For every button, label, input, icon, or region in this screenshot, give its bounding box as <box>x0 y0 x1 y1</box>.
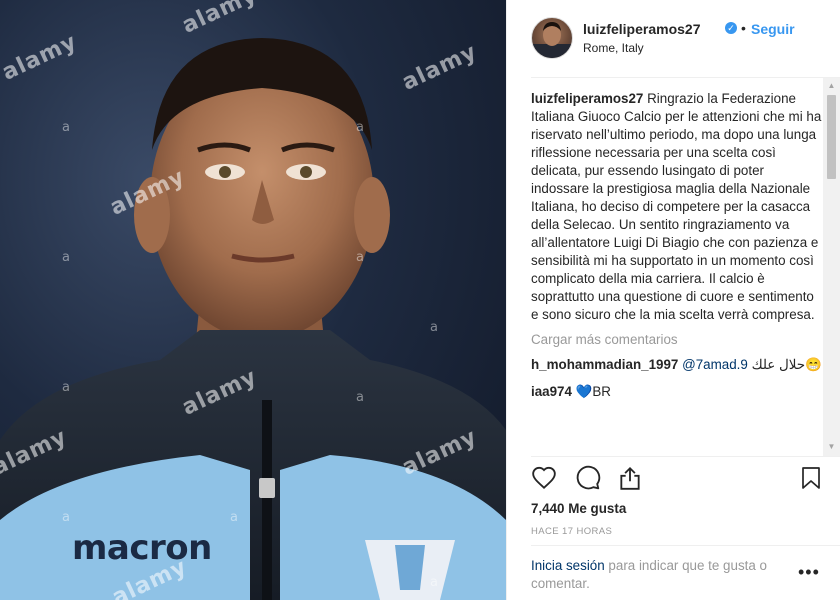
bookmark-icon[interactable] <box>799 465 823 491</box>
watermark-small: a <box>356 390 364 405</box>
comment-mention[interactable]: @7amad.9 <box>682 357 748 372</box>
scrollbar-thumb[interactable] <box>827 95 836 179</box>
location-link[interactable]: Rome, Italy <box>583 41 644 55</box>
watermark-small: a <box>430 320 438 335</box>
caption-text: Ringrazio la Federazione Italiana Giuoco… <box>531 91 822 322</box>
shirt-brand-logo: macron <box>72 528 212 568</box>
comment-item: iaa974 💙BR <box>531 383 825 401</box>
verified-icon: ✓ <box>725 22 737 34</box>
watermark-small: a <box>356 120 364 135</box>
scroll-down-icon[interactable]: ▼ <box>827 442 836 452</box>
comment-text: 💙BR <box>571 384 611 399</box>
post-header: luizfeliperamos27 ✓ • Seguir Rome, Italy <box>531 17 831 61</box>
username-link[interactable]: luizfeliperamos27 <box>583 21 701 37</box>
comment-text: حلال علك😁 <box>747 357 822 372</box>
watermark-small: a <box>230 510 238 525</box>
watermark-small: a <box>356 250 364 265</box>
watermark-small: a <box>62 380 70 395</box>
share-icon[interactable] <box>617 465 643 491</box>
login-prompt: Inicia sesión para indicar que te gusta … <box>531 557 791 593</box>
post-photo[interactable]: alamy alamy alamy alamy alamy alamy alam… <box>0 0 506 600</box>
comment-username[interactable]: iaa974 <box>531 384 572 399</box>
heart-icon[interactable] <box>531 465 557 491</box>
separator-dot: • <box>741 20 746 36</box>
player-illustration <box>0 38 506 600</box>
watermark-small: a <box>62 510 70 525</box>
follow-button[interactable]: Seguir <box>751 21 795 37</box>
login-link[interactable]: Inicia sesión <box>531 558 605 573</box>
post-caption: luizfeliperamos27 Ringrazio la Federazio… <box>531 90 825 324</box>
load-more-comments-button[interactable]: Cargar más comentarios <box>531 332 825 347</box>
avatar[interactable] <box>531 17 573 59</box>
comments-area[interactable]: luizfeliperamos27 Ringrazio la Federazio… <box>531 90 825 458</box>
comment-icon[interactable] <box>575 465 601 491</box>
more-icon[interactable]: ••• <box>798 562 820 583</box>
footer-divider <box>531 545 840 546</box>
post-actions <box>531 465 831 495</box>
watermark-small: a <box>62 250 70 265</box>
scroll-up-icon[interactable]: ▲ <box>827 81 836 91</box>
header-divider <box>531 77 840 78</box>
comment-username[interactable]: h_mohammadian_1997 <box>531 357 678 372</box>
watermark-small: a <box>430 575 438 590</box>
watermark-small: a <box>62 120 70 135</box>
actions-divider <box>531 456 840 457</box>
caption-username[interactable]: luizfeliperamos27 <box>531 91 643 106</box>
post-timestamp: HACE 17 HORAS <box>531 526 613 537</box>
likes-count[interactable]: 7,440 Me gusta <box>531 501 626 516</box>
avatar-image <box>532 22 572 58</box>
post-sidebar: luizfeliperamos27 ✓ • Seguir Rome, Italy… <box>506 0 840 600</box>
comment-item: h_mohammadian_1997 @7amad.9 حلال علك😁 <box>531 356 825 374</box>
